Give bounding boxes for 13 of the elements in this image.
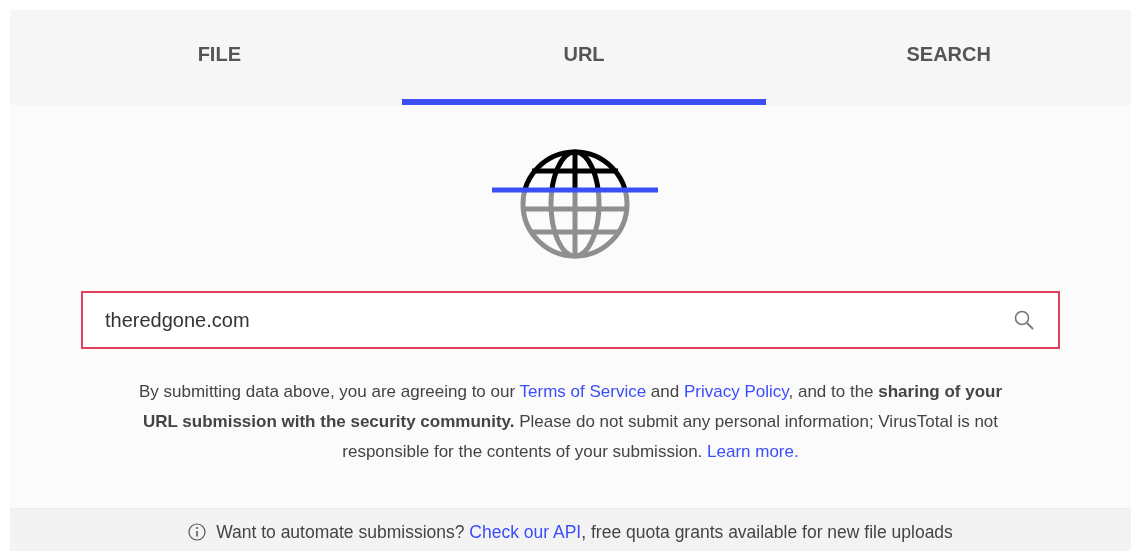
link[interactable]: Terms of Service	[519, 382, 647, 401]
api-notice: Want to automate submissions? Check our API, free quota grants available for new file uploads	[216, 521, 953, 543]
search-icon[interactable]	[1014, 310, 1034, 330]
link[interactable]: Check our API	[469, 521, 582, 542]
link[interactable]: Privacy Policy	[683, 382, 789, 401]
tab[interactable]: URL	[401, 10, 767, 105]
consent-text: By submitting data above, you are agreeing to our Terms of Service and Privacy Policy, and to the sharing of your URL submission with the security community. Please do not submit any personal information; VirusTotal is not responsible for the contents of your submission. Learn more.	[138, 381, 1003, 463]
tab[interactable]: SEARCH	[766, 10, 1131, 105]
info-icon	[188, 523, 207, 541]
globe-icon	[491, 147, 658, 261]
link[interactable]: Learn more.	[707, 442, 799, 461]
tab[interactable]: FILE	[37, 10, 402, 105]
url-field[interactable]: theredgone.com	[81, 291, 1060, 349]
